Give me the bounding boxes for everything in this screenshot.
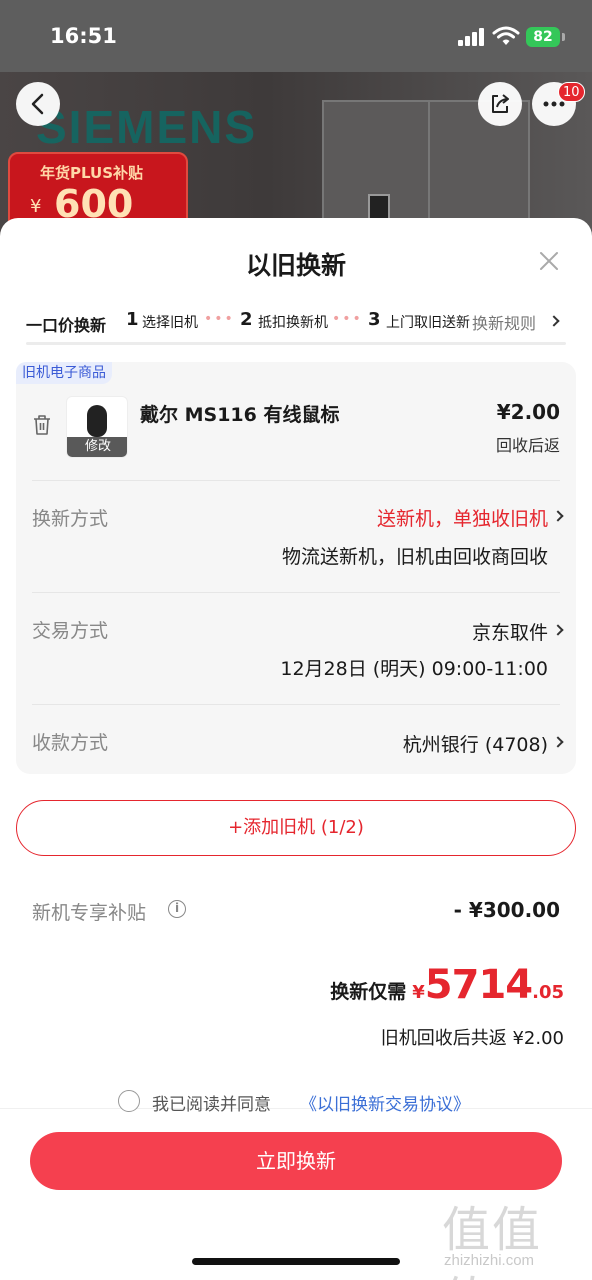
chevron-right-icon — [552, 736, 564, 748]
divider — [32, 592, 560, 593]
old-device-card: 旧机电子商品 修改 戴尔 MS116 有线鼠标 ¥2.00 回收后返 换新方式 … — [16, 362, 576, 774]
agreement-checkbox[interactable] — [118, 1090, 140, 1112]
home-indicator — [192, 1258, 400, 1265]
price-note: 回收后返 — [495, 436, 560, 455]
row-label: 收款方式 — [32, 732, 109, 754]
row-label: 交易方式 — [32, 620, 109, 642]
agreement-row: 我已阅读并同意 《以旧换新交易协议》 — [0, 1086, 592, 1115]
step-3-label: 上门取旧送新 — [386, 315, 470, 331]
step-main-label: 一口价换新 — [26, 316, 107, 335]
rules-link[interactable]: 换新规则 — [472, 310, 536, 334]
total-decimal: .05 — [532, 982, 564, 1003]
subsidy-value: - ¥300.00 — [453, 898, 560, 922]
chevron-right-icon — [548, 315, 560, 327]
info-icon[interactable]: i — [168, 900, 186, 918]
signal-icon — [458, 28, 486, 46]
watermark: 值值值 zhizhizhi.com — [438, 1190, 588, 1280]
total-price: 换新仅需 ¥5714.05 — [330, 962, 564, 1010]
row-label: 换新方式 — [32, 508, 109, 530]
agreement-text: 我已阅读并同意 — [152, 1095, 271, 1115]
chevron-right-icon — [552, 624, 564, 636]
category-tag: 旧机电子商品 — [16, 362, 112, 384]
promo-currency: ¥ — [30, 196, 42, 217]
total-currency: ¥ — [412, 982, 425, 1003]
steps-bar: 一口价换新 1 选择旧机 ••• 2 抵扣换新机 ••• 3 上门取旧送新 换新… — [26, 309, 566, 336]
trade-in-now-button[interactable]: 立即换新 — [30, 1132, 562, 1190]
row-sub: 12月28日 (明天) 09:00-11:00 — [280, 658, 548, 680]
total-integer: 5714 — [424, 962, 533, 1008]
row-value: 送新机，单独收旧机 — [376, 508, 548, 530]
edit-label: 修改 — [67, 437, 127, 457]
promo-title: 年货PLUS补贴 — [40, 164, 144, 182]
wifi-icon — [492, 26, 520, 45]
close-icon[interactable] — [538, 250, 560, 272]
status-time: 16:51 — [50, 24, 117, 48]
back-button[interactable] — [16, 82, 60, 126]
steps-scrollbar — [26, 342, 566, 345]
step-1-number: 1 — [126, 309, 139, 330]
row-value: 杭州银行 (4708) — [402, 734, 548, 756]
step-3-number: 3 — [368, 309, 381, 330]
more-dots-icon — [543, 101, 565, 107]
row-value: 京东取件 — [471, 622, 548, 644]
trash-icon[interactable] — [32, 414, 52, 436]
chevron-left-icon — [31, 93, 44, 115]
product-name: 戴尔 MS116 有线鼠标 — [140, 404, 340, 426]
mouse-image — [87, 405, 107, 437]
sheet-title: 以旧换新 — [245, 251, 346, 280]
add-old-device-button[interactable]: +添加旧机 (1/2) — [16, 800, 576, 856]
share-button[interactable] — [478, 82, 522, 126]
brand-logo: SIEMENS — [36, 101, 258, 153]
step-2-number: 2 — [240, 309, 253, 330]
status-bar: 16:51 82 — [0, 0, 592, 72]
battery-indicator: 82 — [526, 27, 560, 47]
product-thumbnail[interactable]: 修改 — [66, 396, 128, 458]
step-dots: ••• — [204, 311, 235, 327]
share-icon — [492, 94, 509, 113]
trade-in-sheet: 以旧换新 一口价换新 1 选择旧机 ••• 2 抵扣换新机 ••• 3 上门取旧… — [0, 218, 592, 1280]
step-dots: ••• — [332, 311, 363, 327]
divider — [32, 480, 560, 481]
product-price: ¥2.00 — [496, 400, 560, 424]
subsidy-label: 新机专享补贴 — [32, 902, 147, 924]
chevron-right-icon — [552, 510, 564, 522]
recycle-total: 旧机回收后共返 ¥2.00 — [380, 1028, 564, 1049]
agreement-link[interactable]: 《以旧换新交易协议》 — [300, 1090, 470, 1115]
step-1-label: 选择旧机 — [142, 315, 198, 331]
divider — [32, 704, 560, 705]
notification-badge: 10 — [558, 82, 585, 102]
watermark-url: zhizhizhi.com — [444, 1252, 535, 1269]
step-2-label: 抵扣换新机 — [258, 315, 328, 331]
row-sub: 物流送新机，旧机由回收商回收 — [281, 546, 548, 568]
total-label: 换新仅需 — [330, 981, 407, 1003]
